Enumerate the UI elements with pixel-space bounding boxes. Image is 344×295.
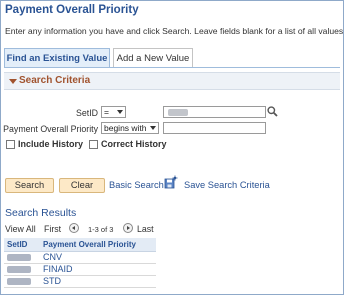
table-row[interactable]: CNV bbox=[4, 251, 156, 264]
column-header-setid[interactable]: SetID bbox=[4, 238, 40, 252]
tab-divider bbox=[4, 67, 340, 68]
lookup-icon[interactable] bbox=[267, 106, 278, 117]
include-history-checkbox[interactable] bbox=[6, 140, 15, 149]
page-title: Payment Overall Priority bbox=[5, 4, 139, 16]
setid-cell[interactable] bbox=[4, 275, 40, 288]
redacted-value bbox=[7, 254, 31, 262]
setid-label: SetID bbox=[75, 108, 98, 118]
setid-operator-value: = bbox=[104, 107, 109, 117]
correct-history-checkbox[interactable] bbox=[89, 140, 98, 149]
include-history-label: Include History bbox=[18, 139, 84, 149]
first-label: First bbox=[44, 224, 62, 234]
tab-find-existing-value[interactable]: Find an Existing Value bbox=[4, 48, 110, 68]
column-header-priority[interactable]: Payment Overall Priority bbox=[40, 238, 156, 252]
search-criteria-title: Search Criteria bbox=[19, 75, 91, 86]
setid-input[interactable] bbox=[163, 106, 266, 118]
basic-search-link[interactable]: Basic Search bbox=[109, 180, 164, 190]
priority-operator-value: begins with bbox=[104, 123, 147, 133]
priority-cell[interactable]: STD bbox=[40, 275, 156, 288]
results-range: 1-3 of 3 bbox=[88, 225, 114, 234]
payment-overall-priority-input[interactable] bbox=[163, 122, 266, 134]
chevron-down-icon bbox=[150, 126, 156, 130]
previous-icon[interactable] bbox=[69, 223, 79, 233]
redacted-value bbox=[7, 266, 31, 274]
instructions-text: Enter any information you have and click… bbox=[5, 26, 344, 36]
next-icon[interactable] bbox=[123, 223, 133, 233]
redacted-value bbox=[7, 278, 31, 286]
last-label: Last bbox=[137, 224, 154, 234]
search-results-title: Search Results bbox=[5, 207, 77, 219]
table-row[interactable]: FINAID bbox=[4, 263, 156, 276]
view-all-link[interactable]: View All bbox=[5, 224, 36, 234]
priority-cell[interactable]: FINAID bbox=[40, 263, 156, 276]
save-search-criteria-link[interactable]: Save Search Criteria bbox=[184, 180, 270, 190]
chevron-down-icon bbox=[117, 110, 123, 114]
redacted-value bbox=[168, 109, 188, 116]
priority-operator-select[interactable]: begins with bbox=[101, 122, 159, 134]
correct-history-label: Correct History bbox=[101, 139, 167, 149]
setid-cell[interactable] bbox=[4, 251, 40, 264]
priority-cell[interactable]: CNV bbox=[40, 251, 156, 264]
table-row[interactable]: STD bbox=[4, 275, 156, 288]
search-results-grid: SetID Payment Overall Priority CNV FINAI… bbox=[4, 238, 156, 288]
search-button[interactable]: Search bbox=[5, 178, 54, 193]
payment-overall-priority-label: Payment Overall Priority bbox=[3, 124, 98, 134]
setid-operator-select[interactable]: = bbox=[101, 106, 126, 118]
save-search-icon[interactable] bbox=[164, 175, 178, 189]
clear-button[interactable]: Clear bbox=[59, 178, 105, 193]
setid-cell[interactable] bbox=[4, 263, 40, 276]
grid-header-row: SetID Payment Overall Priority bbox=[4, 238, 156, 252]
tab-add-new-value[interactable]: Add a New Value bbox=[113, 48, 193, 68]
search-criteria-header[interactable]: Search Criteria bbox=[4, 72, 340, 90]
collapse-triangle-icon[interactable] bbox=[9, 79, 17, 84]
